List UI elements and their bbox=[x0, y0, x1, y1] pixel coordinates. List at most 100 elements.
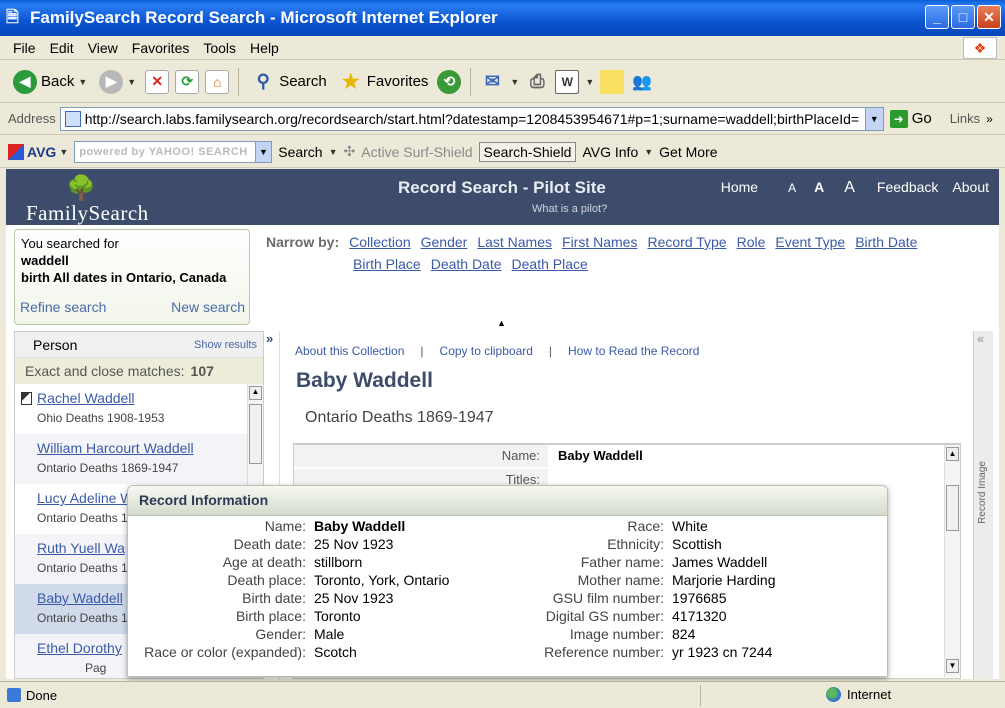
site-nav: Home A A A Feedback About bbox=[707, 179, 989, 197]
result-name[interactable]: Rachel Waddell bbox=[37, 390, 247, 406]
favorites-button[interactable]: ★ Favorites bbox=[336, 68, 432, 96]
address-input[interactable]: http://search.labs.familysearch.org/reco… bbox=[59, 106, 884, 131]
forward-button[interactable]: ▶ ▼ bbox=[96, 68, 139, 96]
record-image-tab[interactable]: Record Image bbox=[977, 461, 988, 524]
avg-toolbar: AVG ▼ powered by YAHOO! SEARCH ▼ Search … bbox=[0, 136, 1005, 168]
avg-dropdown-icon[interactable]: ▼ bbox=[59, 147, 68, 157]
narrow-death-date[interactable]: Death Date bbox=[431, 256, 502, 272]
what-is-pilot-link[interactable]: What is a pilot? bbox=[532, 203, 607, 215]
window-title: FamilySearch Record Search - Microsoft I… bbox=[30, 8, 498, 27]
links-button[interactable]: Links bbox=[950, 111, 980, 126]
address-url: http://search.labs.familysearch.org/reco… bbox=[84, 110, 860, 127]
scroll-up-icon[interactable]: ▲ bbox=[946, 447, 959, 461]
results-header: Person Show results bbox=[15, 332, 263, 358]
edit-dropdown-icon[interactable]: ▼ bbox=[585, 77, 594, 87]
search-shield-button[interactable]: Search-Shield bbox=[478, 141, 577, 162]
refine-search-link[interactable]: Refine search bbox=[20, 299, 106, 315]
avg-info-dropdown-icon[interactable]: ▼ bbox=[644, 147, 653, 157]
minimize-button[interactable]: _ bbox=[925, 5, 949, 29]
searched-intro: You searched for bbox=[21, 236, 119, 251]
yahoo-search-input[interactable]: powered by YAHOO! SEARCH ▼ bbox=[74, 140, 273, 163]
messenger-icon[interactable]: 👥 bbox=[630, 70, 654, 94]
close-button[interactable]: ✕ bbox=[977, 5, 1001, 29]
search-button[interactable]: ⚲ Search bbox=[248, 68, 330, 96]
scroll-thumb[interactable] bbox=[249, 404, 262, 464]
nav-about[interactable]: About bbox=[952, 179, 989, 195]
address-dropdown-icon[interactable]: ▼ bbox=[864, 107, 883, 130]
collapse-up-icon[interactable]: ▲ bbox=[497, 318, 506, 328]
narrow-death-place[interactable]: Death Place bbox=[512, 256, 588, 272]
menu-tools[interactable]: Tools bbox=[196, 40, 243, 56]
menu-help[interactable]: Help bbox=[243, 40, 286, 56]
avg-search-dropdown-icon[interactable]: ▼ bbox=[329, 147, 338, 157]
maximize-button[interactable]: □ bbox=[951, 5, 975, 29]
forward-dropdown-icon[interactable]: ▼ bbox=[127, 77, 136, 87]
yahoo-dropdown-icon[interactable]: ▼ bbox=[255, 141, 272, 162]
narrow-last-names[interactable]: Last Names bbox=[477, 234, 552, 250]
home-icon[interactable]: ⌂ bbox=[205, 69, 230, 94]
history-icon[interactable]: ⟲ bbox=[437, 69, 462, 94]
ie-page-icon: 🗎 bbox=[6, 9, 19, 26]
popup-field-label: Reference number: bbox=[544, 644, 664, 660]
edit-icon[interactable]: W bbox=[555, 69, 580, 94]
stop-icon[interactable]: ✕ bbox=[145, 69, 170, 94]
menu-file[interactable]: File bbox=[6, 40, 43, 56]
nav-home[interactable]: Home bbox=[721, 179, 758, 195]
scroll-down-icon[interactable]: ▼ bbox=[946, 659, 959, 673]
about-collection-link[interactable]: About this Collection bbox=[295, 344, 404, 358]
narrow-event-type[interactable]: Event Type bbox=[775, 234, 845, 250]
avg-search-button[interactable]: Search bbox=[278, 144, 322, 160]
avg-info-button[interactable]: AVG Info bbox=[582, 144, 638, 160]
collapse-right-icon[interactable]: » bbox=[266, 331, 273, 346]
active-surf-shield[interactable]: Active Surf-Shield bbox=[361, 144, 472, 160]
back-dropdown-icon[interactable]: ▼ bbox=[78, 77, 87, 87]
back-button[interactable]: ◀ Back ▼ bbox=[10, 68, 90, 96]
results-tab-person[interactable]: Person bbox=[33, 337, 77, 353]
how-to-read-link[interactable]: How to Read the Record bbox=[568, 344, 699, 358]
avg-logo-button[interactable]: AVG ▼ bbox=[8, 143, 68, 160]
narrow-birth-place[interactable]: Birth Place bbox=[353, 256, 421, 272]
mail-icon[interactable]: ✉ bbox=[480, 70, 504, 94]
window-title-bar[interactable]: 🗎 FamilySearch Record Search - Microsoft… bbox=[0, 0, 1005, 36]
menu-view[interactable]: View bbox=[81, 40, 125, 56]
menu-edit[interactable]: Edit bbox=[43, 40, 81, 56]
new-search-link[interactable]: New search bbox=[171, 299, 245, 315]
show-results-link[interactable]: Show results bbox=[194, 339, 257, 351]
text-size-small[interactable]: A bbox=[788, 181, 796, 195]
familysearch-wordmark: FamilySearch bbox=[26, 201, 149, 225]
narrow-first-names[interactable]: First Names bbox=[562, 234, 637, 250]
list-item[interactable]: William Harcourt Waddell Ontario Deaths … bbox=[15, 434, 247, 484]
menu-favorites[interactable]: Favorites bbox=[125, 40, 197, 56]
copy-clipboard-link[interactable]: Copy to clipboard bbox=[440, 344, 533, 358]
forward-arrow-icon: ▶ bbox=[99, 69, 124, 94]
scroll-thumb[interactable] bbox=[946, 485, 959, 531]
get-more-button[interactable]: Get More bbox=[659, 144, 717, 160]
narrow-role[interactable]: Role bbox=[737, 234, 766, 250]
narrow-gender[interactable]: Gender bbox=[421, 234, 468, 250]
list-item[interactable]: Rachel Waddell Ohio Deaths 1908-1953 bbox=[15, 384, 247, 434]
refresh-icon[interactable]: ⟳ bbox=[175, 69, 200, 94]
back-arrow-icon: ◀ bbox=[13, 69, 37, 94]
chevron-right-icon[interactable]: » bbox=[986, 112, 993, 126]
mail-dropdown-icon[interactable]: ▼ bbox=[510, 77, 519, 87]
status-bar: Done Internet bbox=[0, 681, 1005, 708]
print-icon[interactable]: ⎙ bbox=[525, 70, 549, 94]
popup-field-value: 1976685 bbox=[672, 590, 727, 606]
familysearch-logo[interactable]: 🌳 FamilySearch bbox=[26, 175, 186, 225]
go-button[interactable]: ➜ Go bbox=[889, 109, 932, 128]
text-size-large[interactable]: A bbox=[844, 179, 855, 197]
narrow-collection[interactable]: Collection bbox=[349, 234, 410, 250]
result-name[interactable]: William Harcourt Waddell bbox=[37, 440, 247, 456]
text-size-medium[interactable]: A bbox=[814, 179, 824, 195]
discuss-note-icon[interactable] bbox=[600, 69, 625, 94]
plus-icon: ✣ bbox=[343, 143, 356, 159]
scroll-up-icon[interactable]: ▲ bbox=[249, 386, 262, 400]
search-label: Search bbox=[279, 73, 327, 90]
narrow-birth-date[interactable]: Birth Date bbox=[855, 234, 917, 250]
record-scrollbar[interactable]: ▲ ▼ bbox=[944, 445, 960, 677]
expand-left-icon[interactable]: « bbox=[977, 331, 984, 346]
avg-logo-text: AVG bbox=[27, 143, 57, 160]
nav-feedback[interactable]: Feedback bbox=[877, 179, 938, 195]
narrow-record-type[interactable]: Record Type bbox=[647, 234, 726, 250]
popup-field-value: 824 bbox=[672, 626, 696, 642]
